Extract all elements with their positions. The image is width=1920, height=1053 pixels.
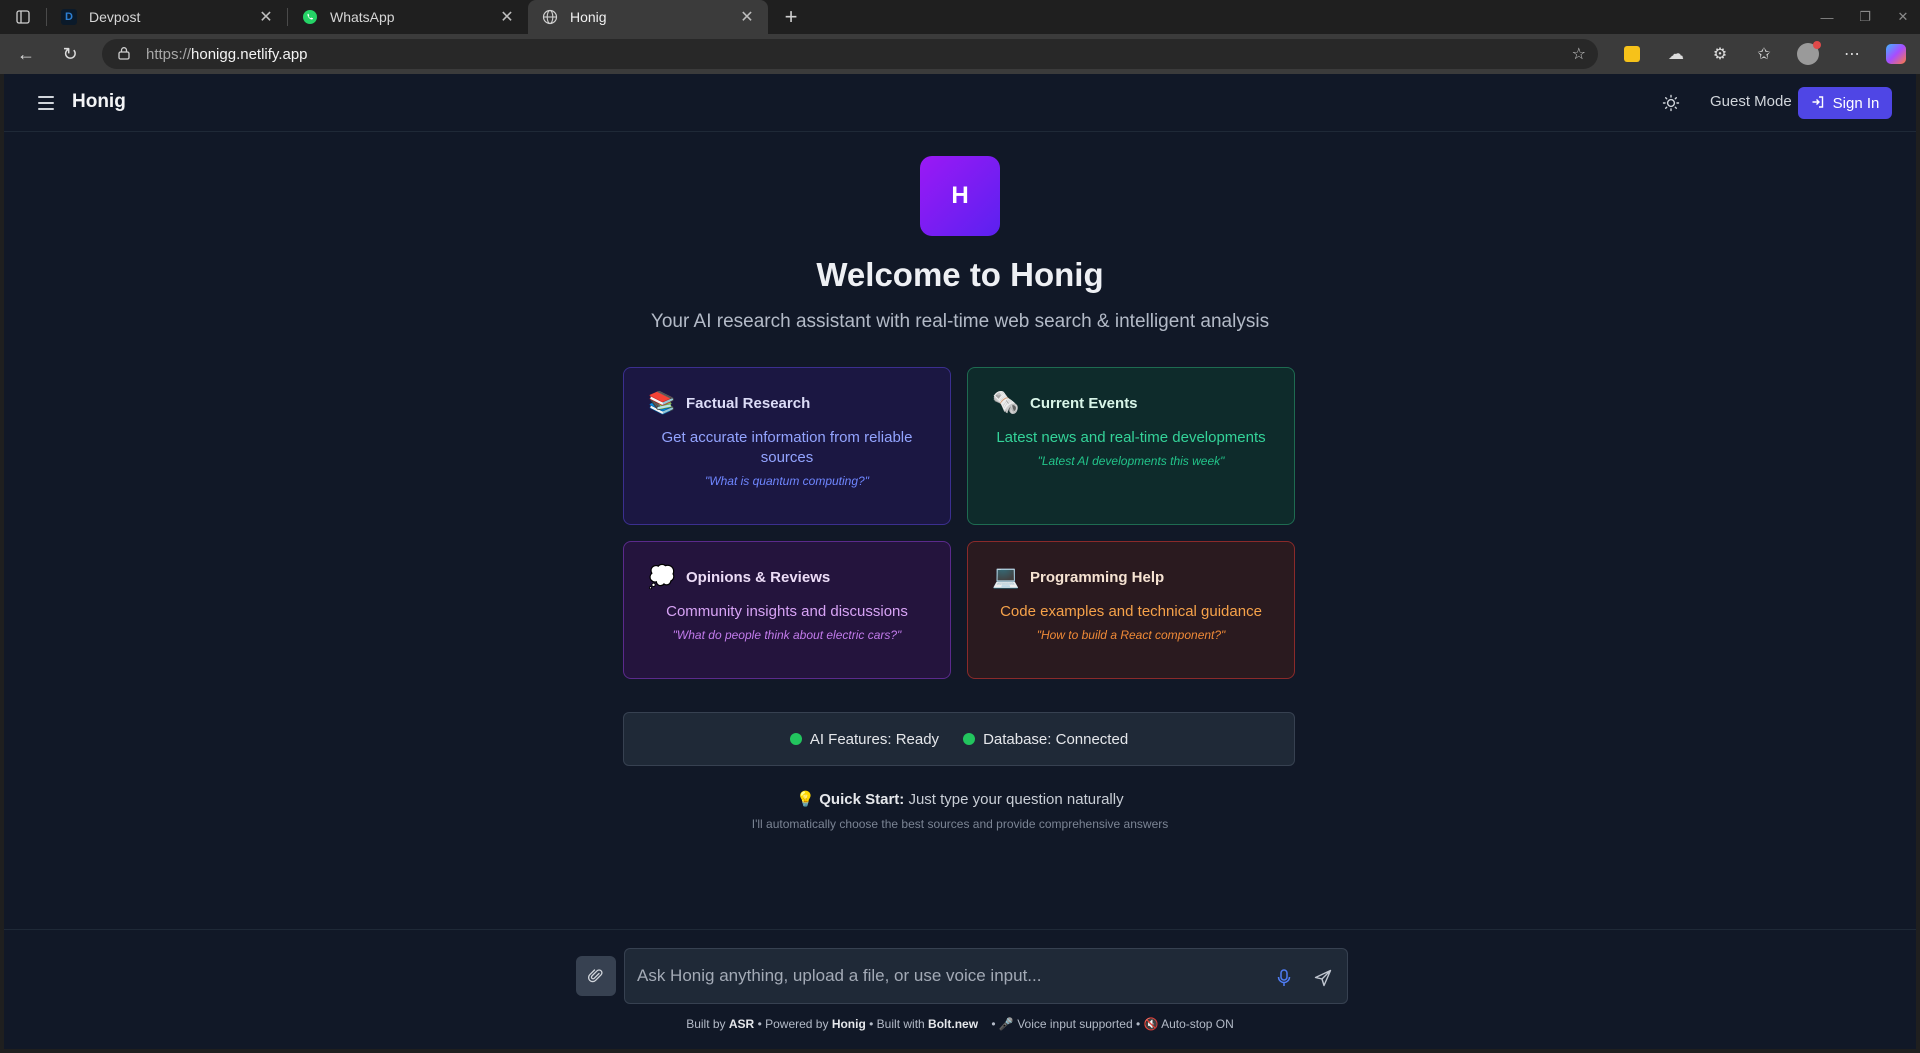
card-example: "What is quantum computing?"	[705, 474, 869, 488]
card-description: Community insights and discussions	[666, 603, 908, 620]
send-icon[interactable]	[1311, 966, 1335, 990]
extensions-puzzle-icon[interactable]: ⚙	[1698, 34, 1742, 74]
copilot-icon[interactable]	[1874, 34, 1918, 74]
page-viewport: Honig Guest Mode Sign In H Welcome to Ho…	[4, 74, 1916, 1049]
guest-mode-label: Guest Mode	[1710, 93, 1792, 110]
whatsapp-icon	[302, 9, 318, 25]
credits-text: • Built with	[865, 1017, 929, 1031]
credits-text: Built by	[686, 1017, 729, 1031]
favorite-star-icon[interactable]: ☆	[1572, 44, 1586, 64]
ai-status-label: AI Features: Ready	[809, 730, 940, 748]
close-icon[interactable]: ✕	[498, 7, 516, 27]
credits-built-with: Bolt.new	[928, 1017, 979, 1031]
devpost-icon: D	[61, 9, 77, 25]
tab-actions-icon[interactable]	[0, 0, 46, 34]
window-controls: — ❐ ✕	[1806, 0, 1920, 34]
database-status: Database: Connected	[963, 731, 1128, 748]
card-programming-help[interactable]: 💻 Programming Help Code examples and tec…	[967, 541, 1295, 679]
credits-powered: Honig	[831, 1017, 866, 1031]
browser-tab-strip: D Devpost ✕ WhatsApp ✕ Honig ✕ + — ❐ ✕	[0, 0, 1920, 34]
reload-icon[interactable]: ↻	[50, 38, 90, 70]
newspaper-icon: 🗞️	[992, 390, 1020, 415]
close-icon[interactable]: ✕	[738, 7, 756, 27]
extension-cloud-icon[interactable]: ☁	[1654, 34, 1698, 74]
chat-input[interactable]	[637, 949, 1237, 1003]
page-title: Welcome to Honig	[816, 256, 1104, 293]
card-current-events[interactable]: 🗞️ Current Events Latest news and real-t…	[967, 367, 1295, 525]
tab-title: Honig	[570, 9, 607, 25]
new-tab-icon[interactable]: +	[776, 2, 806, 32]
sign-in-icon	[1811, 95, 1825, 112]
url-scheme: https://	[146, 45, 192, 63]
card-description: Get accurate information from reliable s…	[661, 429, 913, 466]
lightbulb-icon: 💡	[796, 791, 816, 808]
card-factual-research[interactable]: 📚 Factual Research Get accurate informat…	[623, 367, 951, 525]
card-example: "How to build a React component?"	[1036, 628, 1226, 642]
status-dot-icon	[789, 733, 802, 745]
browser-toolbar: ← ↻ https://honigg.netlify.app ☆ ☁ ⚙ ✩ ⋯	[0, 34, 1920, 74]
paperclip-attach-icon[interactable]	[576, 956, 616, 996]
card-title: Current Events	[1030, 394, 1138, 412]
card-description: Code examples and technical guidance	[1000, 603, 1262, 620]
app-brand: Honig	[72, 91, 126, 112]
back-icon[interactable]: ←	[6, 38, 46, 70]
quick-start: 💡 Quick Start: Just type your question n…	[4, 790, 1916, 808]
chat-input-box	[624, 948, 1348, 1004]
minimize-icon[interactable]: —	[1810, 0, 1844, 34]
microphone-icon[interactable]	[1273, 967, 1295, 989]
more-options-icon[interactable]: ⋯	[1830, 34, 1874, 74]
quick-start-text: Just type your question naturally	[904, 791, 1124, 808]
address-bar[interactable]: https://honigg.netlify.app ☆	[102, 39, 1598, 69]
laptop-icon: 💻	[992, 564, 1020, 589]
url-host: honigg.netlify.app	[191, 45, 308, 63]
profile-avatar-icon[interactable]	[1786, 34, 1830, 74]
thought-bubble-icon: 💭	[648, 564, 676, 589]
card-description: Latest news and real-time developments	[996, 429, 1266, 446]
honig-logo: H	[920, 156, 1000, 236]
globe-icon	[542, 9, 558, 25]
sign-in-button[interactable]: Sign In	[1798, 87, 1892, 119]
card-title: Factual Research	[686, 394, 811, 412]
tab-title: WhatsApp	[330, 9, 395, 25]
extension-yellow-icon[interactable]	[1610, 34, 1654, 74]
credits-voice: • 🎤 Voice input supported • 🔇 Auto-stop …	[978, 1017, 1234, 1031]
lock-icon[interactable]	[118, 46, 132, 63]
tab-devpost[interactable]: D Devpost ✕	[47, 0, 287, 34]
sun-theme-icon[interactable]	[1658, 90, 1684, 116]
card-example: "What do people think about electric car…	[672, 628, 902, 642]
tab-honig[interactable]: Honig ✕	[528, 0, 768, 34]
card-example: "Latest AI developments this week"	[1037, 454, 1225, 468]
footer-credits: Built by ASR • Powered by Honig • Built …	[4, 1017, 1916, 1031]
quick-start-subtext: I'll automatically choose the best sourc…	[751, 817, 1169, 831]
card-title: Opinions & Reviews	[686, 568, 831, 586]
credits-text: • Powered by	[754, 1017, 832, 1031]
tab-title: Devpost	[89, 9, 141, 25]
favorites-icon[interactable]: ✩	[1742, 34, 1786, 74]
status-dot-icon	[963, 733, 976, 745]
page-subtitle: Your AI research assistant with real-tim…	[650, 311, 1270, 332]
quick-start-label: Quick Start:	[819, 791, 905, 808]
tab-whatsapp[interactable]: WhatsApp ✕	[288, 0, 528, 34]
books-icon: 📚	[648, 390, 676, 415]
card-opinions-reviews[interactable]: 💭 Opinions & Reviews Community insights …	[623, 541, 951, 679]
app-header: Honig Guest Mode Sign In	[4, 74, 1916, 132]
extensions-area: ☁ ⚙ ✩ ⋯	[1610, 34, 1918, 74]
close-icon[interactable]: ✕	[257, 7, 275, 27]
restore-icon[interactable]: ❐	[1848, 0, 1882, 34]
card-title: Programming Help	[1030, 568, 1165, 586]
credits-author: ASR	[728, 1017, 755, 1031]
sign-in-label: Sign In	[1832, 94, 1880, 112]
database-status-label: Database: Connected	[983, 730, 1129, 748]
system-status: AI Features: Ready Database: Connected	[623, 712, 1295, 766]
close-window-icon[interactable]: ✕	[1886, 0, 1920, 34]
hamburger-menu-icon[interactable]	[34, 91, 58, 115]
ai-status: AI Features: Ready	[789, 730, 940, 748]
